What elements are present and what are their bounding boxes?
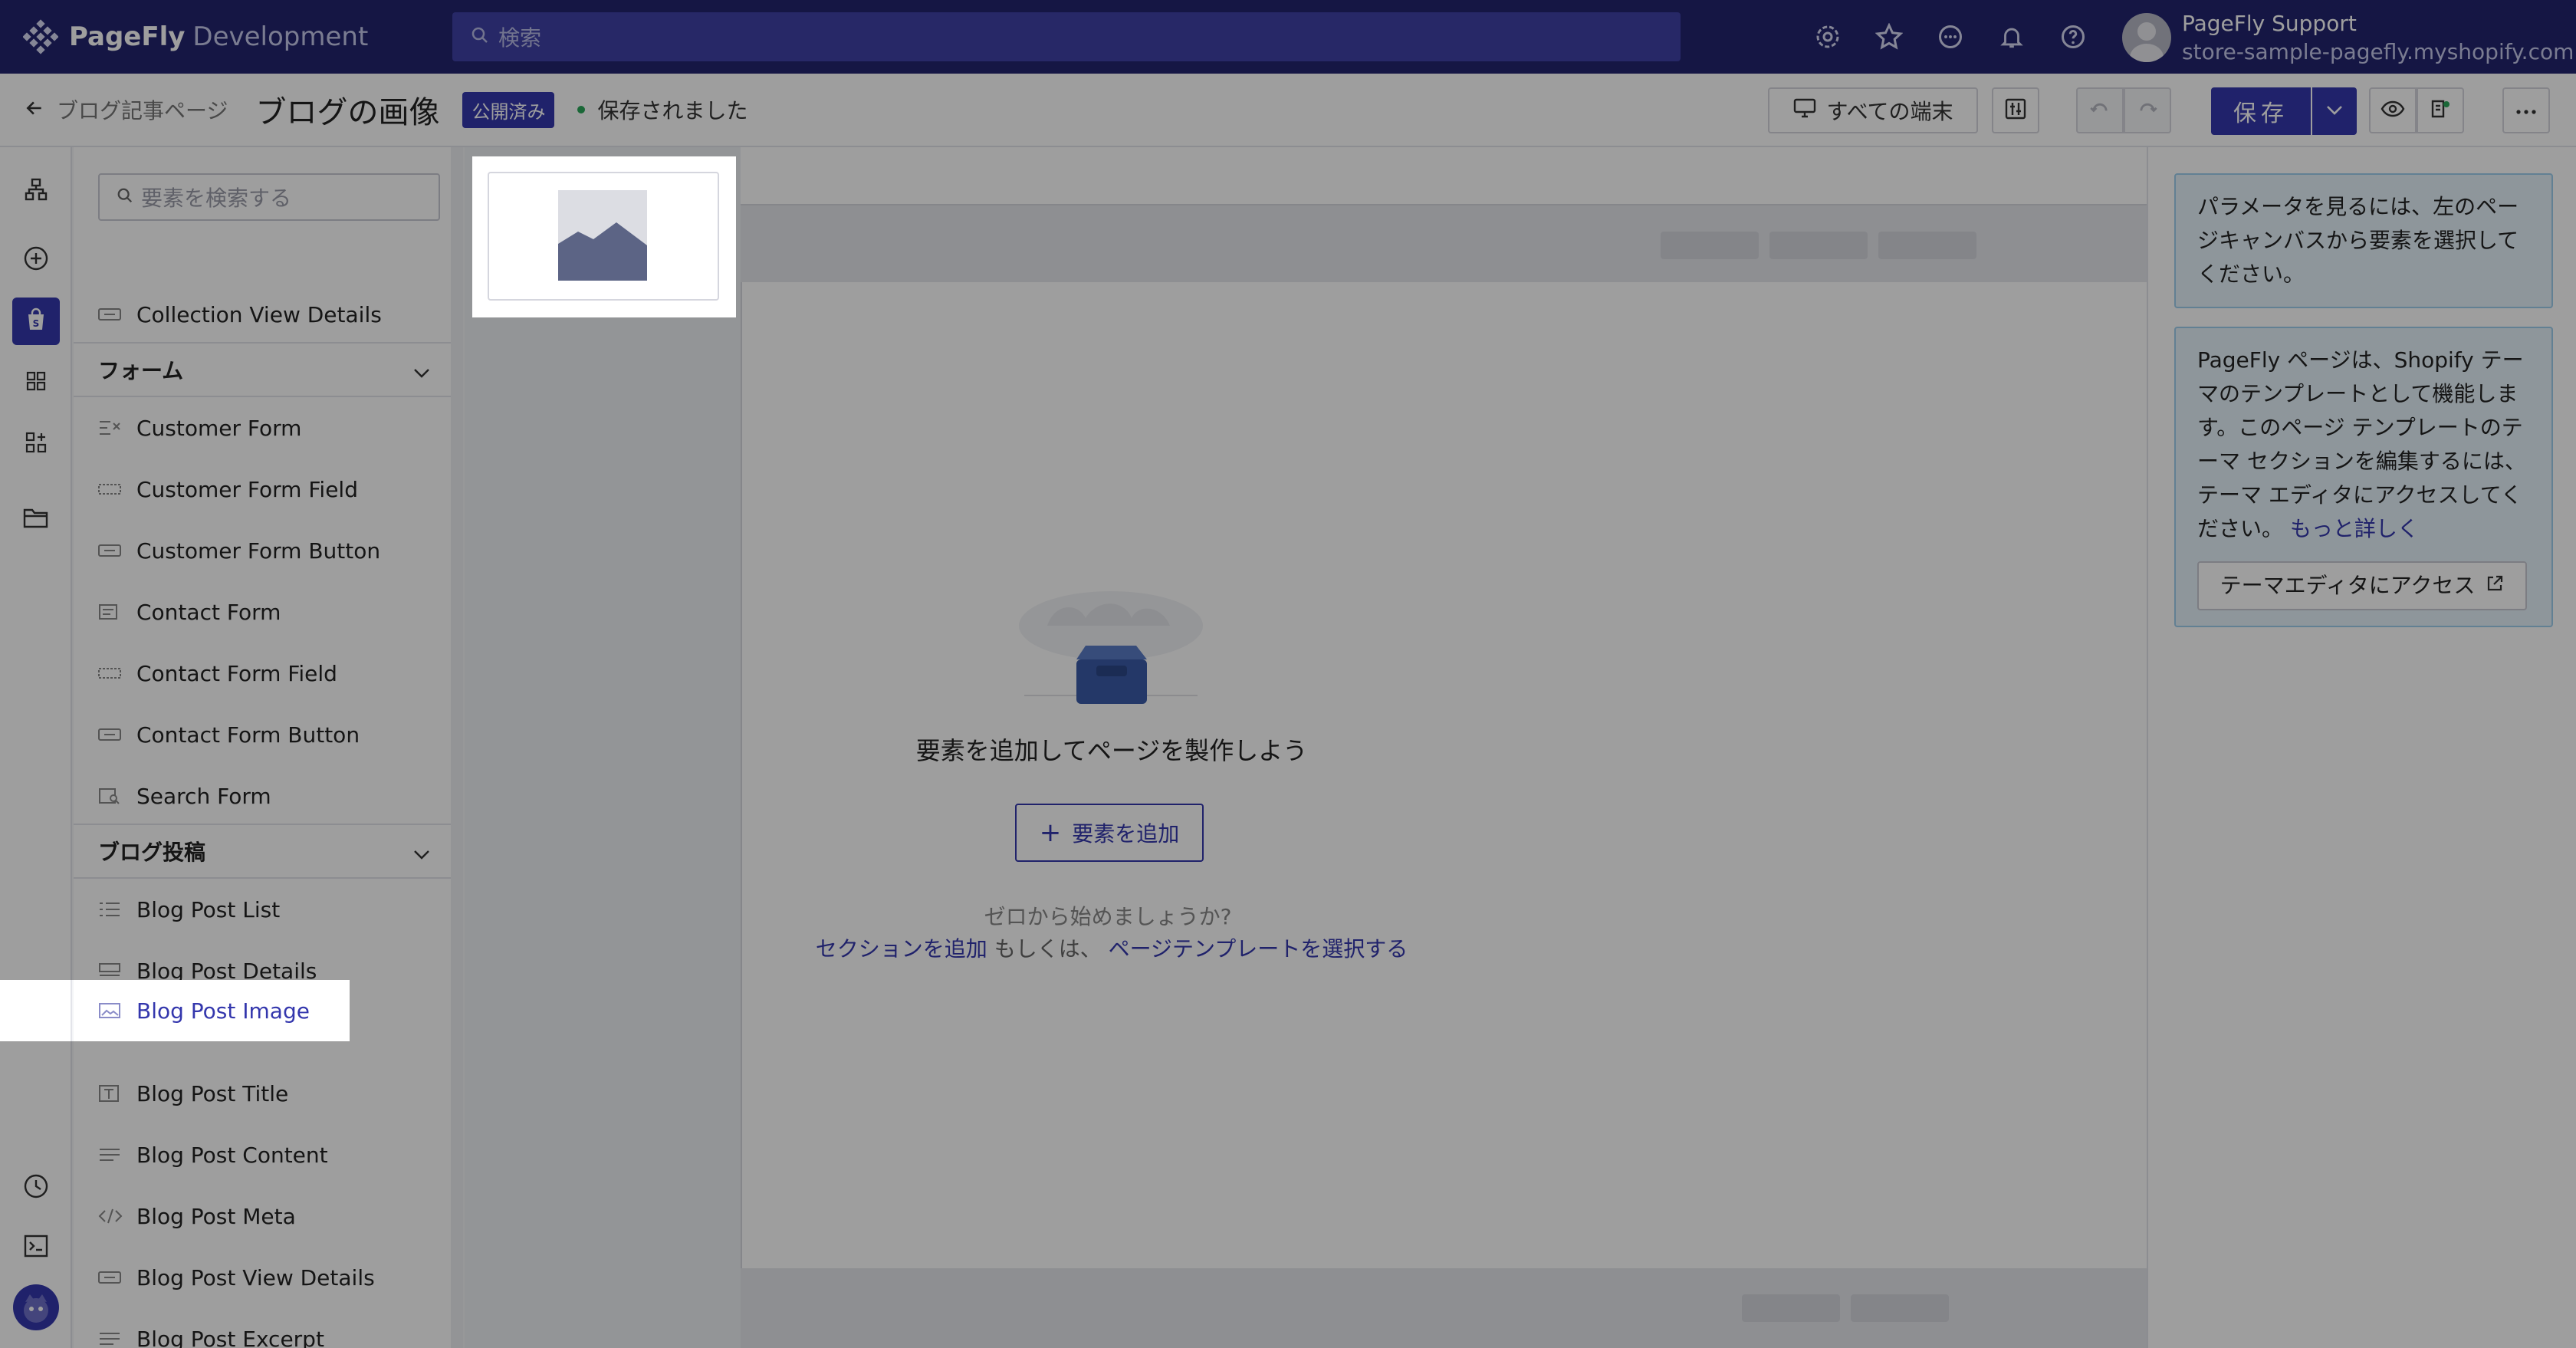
spotlight-overlay <box>0 0 2576 156</box>
element-blog-post-image[interactable]: Blog Post Image <box>74 980 350 1041</box>
spotlight-overlay <box>0 156 472 980</box>
image-element-icon <box>98 1002 123 1019</box>
spotlight-overlay <box>0 1041 350 1348</box>
element-label: Blog Post Image <box>136 998 310 1024</box>
image-placeholder <box>488 172 719 301</box>
spotlight-overlay <box>472 317 736 1348</box>
spotlight-overlay <box>736 156 2576 1348</box>
drag-preview-card[interactable] <box>472 156 736 317</box>
image-placeholder-icon <box>558 190 647 284</box>
spotlight-overlay <box>350 980 472 1348</box>
